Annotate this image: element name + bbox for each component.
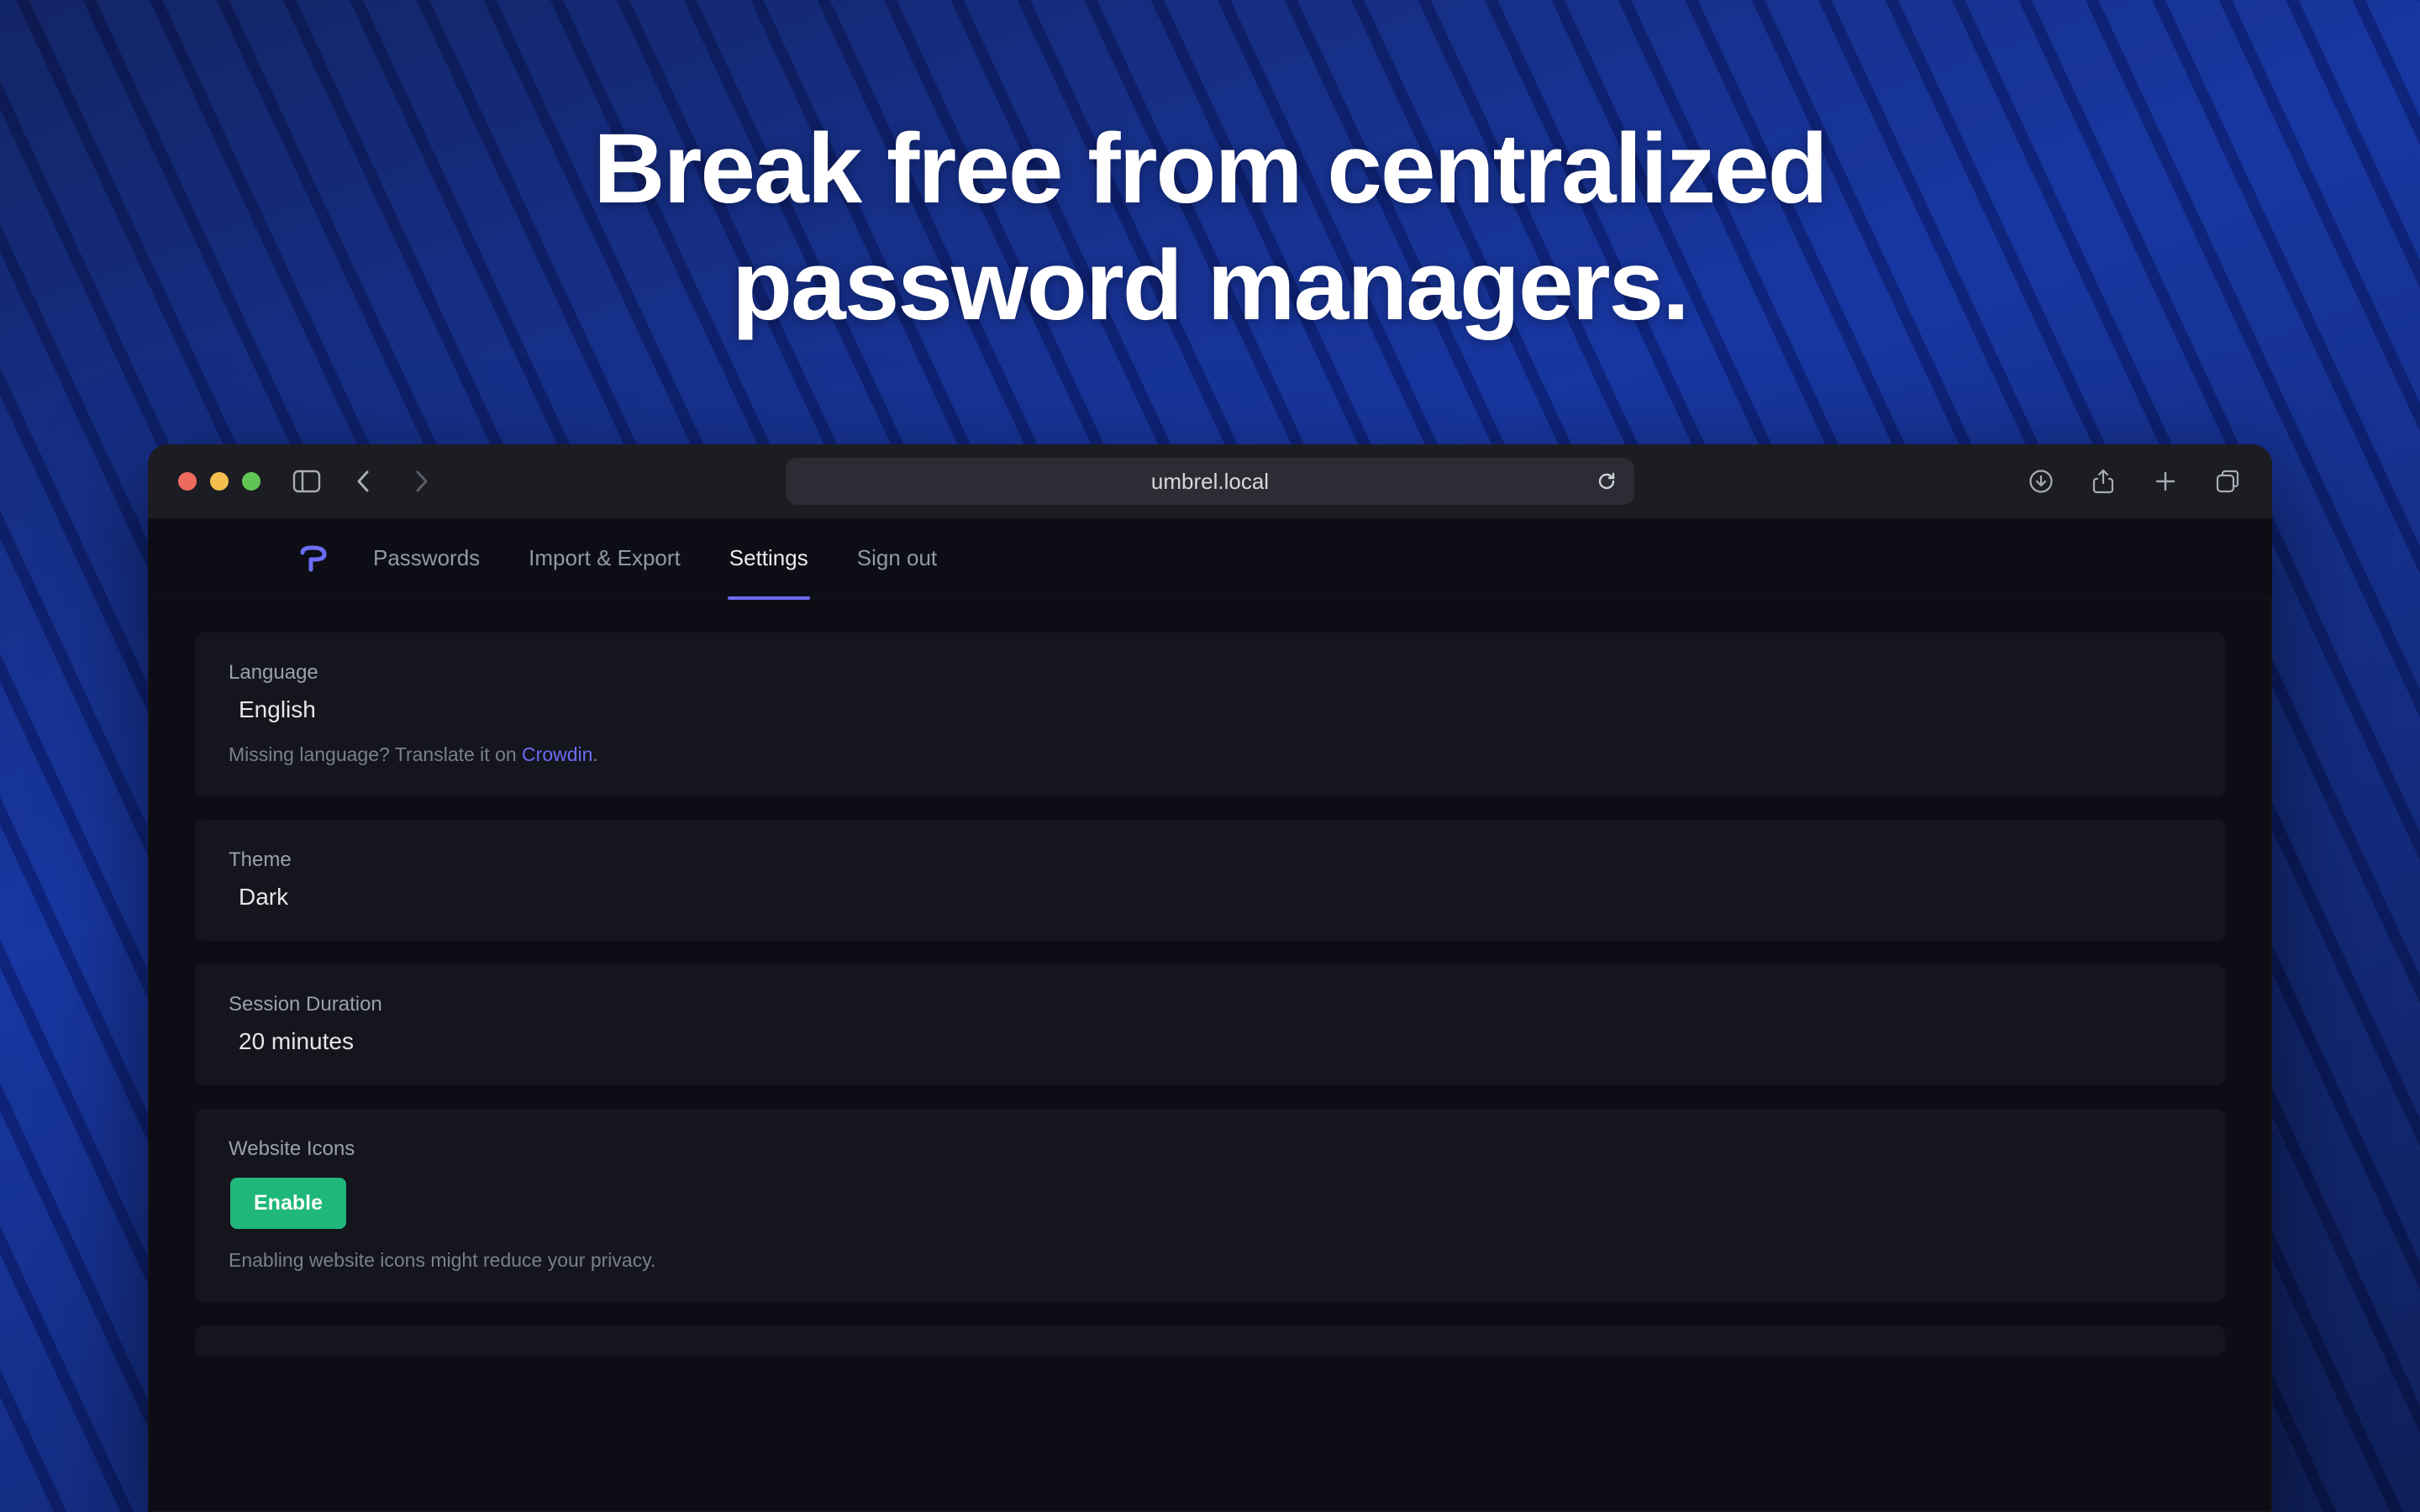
website-icons-label: Website Icons xyxy=(229,1137,2191,1161)
browser-window: umbrel.local xyxy=(148,444,2272,1512)
downloads-icon[interactable] xyxy=(2027,467,2055,496)
new-tab-icon[interactable] xyxy=(2151,467,2180,496)
nav-settings[interactable]: Settings xyxy=(729,517,808,600)
session-select[interactable]: 20 minutes xyxy=(239,1028,2191,1055)
hero-line2: password managers. xyxy=(0,228,2420,344)
traffic-close-button[interactable] xyxy=(178,472,197,491)
traffic-minimize-button[interactable] xyxy=(210,472,229,491)
back-icon[interactable] xyxy=(350,467,378,496)
hero-line1: Break free from centralized xyxy=(0,111,2420,228)
next-card-peek xyxy=(195,1326,2225,1356)
session-card: Session Duration 20 minutes xyxy=(195,964,2225,1085)
theme-select[interactable]: Dark xyxy=(239,884,2191,911)
app-navbar: Passwords Import & Export Settings Sign … xyxy=(148,518,2272,599)
browser-toolbar: umbrel.local xyxy=(148,444,2272,518)
traffic-lights xyxy=(178,472,260,491)
website-icons-card: Website Icons Enable Enabling website ic… xyxy=(195,1109,2225,1302)
nav-passwords[interactable]: Passwords xyxy=(373,517,480,600)
language-label: Language xyxy=(229,661,2191,685)
hero-heading: Break free from centralized password man… xyxy=(0,111,2420,344)
traffic-zoom-button[interactable] xyxy=(242,472,260,491)
language-select[interactable]: English xyxy=(239,696,2191,723)
theme-label: Theme xyxy=(229,848,2191,872)
website-icons-note: Enabling website icons might reduce your… xyxy=(229,1249,2191,1272)
enable-icons-button[interactable]: Enable xyxy=(230,1178,346,1229)
nav-import-export[interactable]: Import & Export xyxy=(529,517,681,600)
sidebar-toggle-icon[interactable] xyxy=(292,467,321,496)
app-logo-icon[interactable] xyxy=(299,544,328,573)
nav-sign-out[interactable]: Sign out xyxy=(857,517,937,600)
forward-icon[interactable] xyxy=(407,467,435,496)
crowdin-link[interactable]: Crowdin xyxy=(522,743,592,765)
language-card: Language English Missing language? Trans… xyxy=(195,633,2225,796)
tab-overview-icon[interactable] xyxy=(2213,467,2242,496)
reload-icon[interactable] xyxy=(1596,470,1618,492)
session-label: Session Duration xyxy=(229,993,2191,1016)
language-note: Missing language? Translate it on Crowdi… xyxy=(229,743,2191,766)
url-text: umbrel.local xyxy=(1151,469,1269,495)
settings-content: Language English Missing language? Trans… xyxy=(148,599,2272,1356)
share-icon[interactable] xyxy=(2089,467,2118,496)
theme-card: Theme Dark xyxy=(195,820,2225,941)
url-bar[interactable]: umbrel.local xyxy=(786,458,1634,505)
